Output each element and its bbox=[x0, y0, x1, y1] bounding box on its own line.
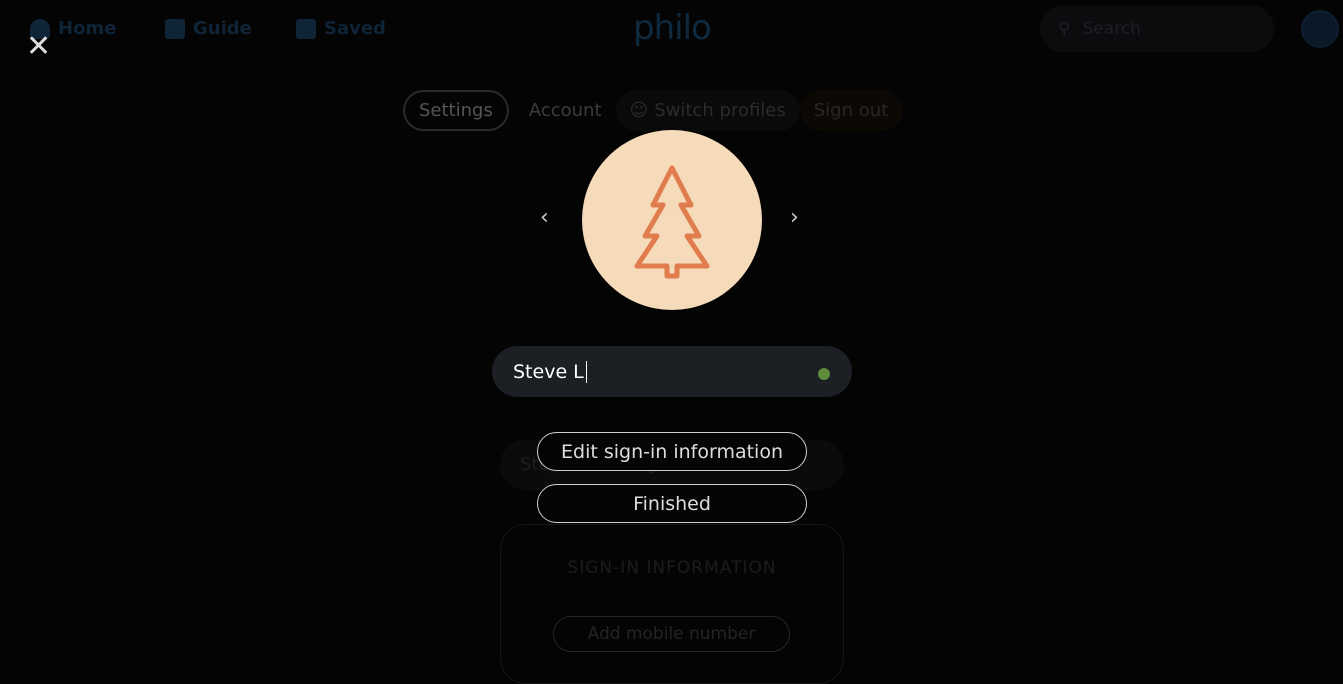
tree-icon bbox=[634, 165, 710, 279]
tab-settings[interactable]: Settings bbox=[403, 90, 509, 131]
finished-button[interactable]: Finished bbox=[537, 484, 807, 523]
chevron-left-icon[interactable]: ‹ bbox=[540, 205, 549, 230]
search-input[interactable]: ⚲ Search bbox=[1040, 5, 1274, 52]
switch-profiles-label: Switch profiles bbox=[654, 100, 786, 121]
nav-home-label: Home bbox=[58, 18, 117, 39]
signin-info-title: SIGN-IN INFORMATION bbox=[567, 558, 777, 578]
add-mobile-button[interactable]: Add mobile number bbox=[553, 616, 790, 652]
smiley-switch-icon: ☺ bbox=[629, 100, 649, 121]
search-icon: ⚲ bbox=[1058, 18, 1071, 39]
nav-saved[interactable]: Saved bbox=[296, 18, 386, 39]
profile-name-input[interactable]: Steve L bbox=[492, 346, 852, 397]
profile-avatar-button[interactable] bbox=[1301, 10, 1339, 48]
status-dot bbox=[818, 368, 830, 380]
chevron-right-icon[interactable]: › bbox=[790, 205, 799, 230]
philo-logo[interactable]: philo bbox=[633, 8, 712, 48]
close-icon[interactable]: ✕ bbox=[26, 32, 56, 62]
tab-account[interactable]: Account bbox=[515, 90, 616, 131]
search-placeholder: Search bbox=[1082, 18, 1141, 39]
switch-profiles-button[interactable]: ☺ Switch profiles bbox=[615, 90, 800, 131]
signin-info-card bbox=[500, 524, 844, 684]
sign-out-button[interactable]: Sign out bbox=[799, 90, 903, 131]
profile-name-value: Steve L bbox=[513, 360, 584, 383]
saved-icon bbox=[296, 18, 316, 39]
profile-avatar bbox=[582, 130, 762, 310]
edit-signin-button[interactable]: Edit sign-in information bbox=[537, 432, 807, 471]
nav-guide-label: Guide bbox=[193, 18, 252, 39]
guide-icon bbox=[165, 18, 185, 39]
settings-tabs: Settings Account ☺ Switch profiles Sign o… bbox=[403, 90, 903, 131]
nav-guide[interactable]: Guide bbox=[165, 18, 252, 39]
nav-saved-label: Saved bbox=[324, 18, 386, 39]
